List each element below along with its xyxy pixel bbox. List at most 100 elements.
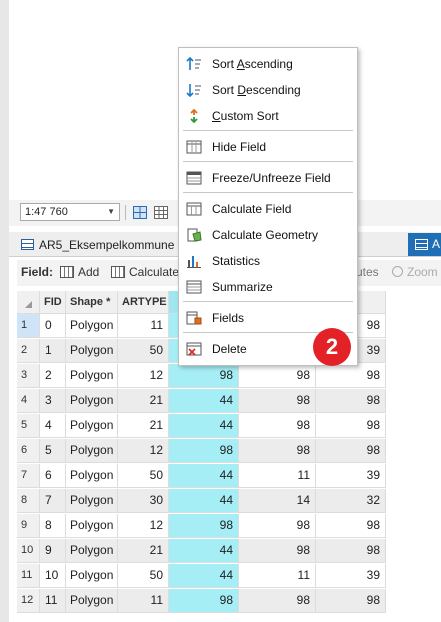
row-number[interactable]: 4 (17, 389, 40, 413)
menu-item-statistics[interactable]: Statistics (179, 249, 357, 273)
cell-artype[interactable]: 21 (118, 539, 169, 563)
column-header-shape[interactable]: Shape * (66, 291, 118, 314)
cell-shape[interactable]: Polygon (66, 564, 118, 588)
cell-fid[interactable]: 4 (40, 414, 66, 438)
column-header-artype[interactable]: ARTYPE (118, 291, 169, 314)
cell-artype[interactable]: 11 (118, 589, 169, 613)
cell-slag[interactable]: 98 (316, 439, 386, 463)
cell-fid[interactable]: 7 (40, 489, 66, 513)
menu-item-sort-ascending[interactable]: Sort Ascending (179, 52, 357, 76)
cell-field[interactable]: 98 (239, 414, 316, 438)
cell-shape[interactable]: Polygon (66, 464, 118, 488)
cell-field[interactable]: 11 (239, 464, 316, 488)
cell-artype[interactable]: 12 (118, 364, 169, 388)
cell-shape[interactable]: Polygon (66, 414, 118, 438)
cell-fid[interactable]: 1 (40, 339, 66, 363)
menu-item-hide-field[interactable]: Hide Field (179, 135, 357, 159)
cell-fid[interactable]: 3 (40, 389, 66, 413)
cell-field[interactable]: 98 (239, 589, 316, 613)
cell-field[interactable]: 14 (239, 489, 316, 513)
tab-active[interactable]: A (408, 233, 441, 256)
calculate-button[interactable]: Calculate (111, 265, 179, 279)
row-number[interactable]: 5 (17, 414, 40, 438)
cell-fid[interactable]: 9 (40, 539, 66, 563)
row-number[interactable]: 6 (17, 439, 40, 463)
cell-fid[interactable]: 2 (40, 364, 66, 388)
grid-snap-icon[interactable] (133, 206, 147, 219)
row-number[interactable]: 1 (17, 314, 40, 338)
cell-field[interactable]: 98 (239, 389, 316, 413)
row-number[interactable]: 12 (17, 589, 40, 613)
row-number[interactable]: 10 (17, 539, 40, 563)
menu-item-sort-descending[interactable]: Sort Descending (179, 78, 357, 102)
cell-artype[interactable]: 12 (118, 514, 169, 538)
cell-fid[interactable]: 10 (40, 564, 66, 588)
row-number[interactable]: 11 (17, 564, 40, 588)
cell-shape[interactable]: Polygon (66, 514, 118, 538)
cell-slag[interactable]: 32 (316, 489, 386, 513)
cell-artype[interactable]: 21 (118, 414, 169, 438)
cell-slag[interactable]: 98 (316, 539, 386, 563)
menu-item-fields[interactable]: Fields (179, 306, 357, 330)
cell-shape[interactable]: Polygon (66, 489, 118, 513)
tab-ar5-eksempelkommune[interactable]: AR5_Eksempelkommune (17, 234, 174, 256)
cell-slag[interactable]: 98 (316, 364, 386, 388)
cell-shape[interactable]: Polygon (66, 439, 118, 463)
row-number[interactable]: 3 (17, 364, 40, 388)
cell-artype[interactable]: 30 (118, 489, 169, 513)
cell-selected-field[interactable]: 98 (169, 514, 239, 538)
cell-artype[interactable]: 12 (118, 439, 169, 463)
cell-field[interactable]: 11 (239, 564, 316, 588)
chevron-down-icon[interactable]: ▼ (107, 204, 115, 220)
cell-shape[interactable]: Polygon (66, 314, 118, 338)
cell-artype[interactable]: 50 (118, 339, 169, 363)
cell-field[interactable]: 98 (239, 539, 316, 563)
cell-field[interactable]: 98 (239, 364, 316, 388)
cell-selected-field[interactable]: 98 (169, 364, 239, 388)
cell-fid[interactable]: 6 (40, 464, 66, 488)
cell-selected-field[interactable]: 44 (169, 539, 239, 563)
cell-selected-field[interactable]: 98 (169, 439, 239, 463)
cell-fid[interactable]: 5 (40, 439, 66, 463)
cell-selected-field[interactable]: 44 (169, 564, 239, 588)
menu-item-summarize[interactable]: Summarize (179, 275, 357, 299)
cell-fid[interactable]: 11 (40, 589, 66, 613)
cell-shape[interactable]: Polygon (66, 539, 118, 563)
cell-shape[interactable]: Polygon (66, 589, 118, 613)
cell-slag[interactable]: 39 (316, 564, 386, 588)
cell-field[interactable]: 98 (239, 514, 316, 538)
cell-slag[interactable]: 98 (316, 389, 386, 413)
cell-slag[interactable]: 98 (316, 514, 386, 538)
select-all-header[interactable] (17, 291, 40, 314)
cell-slag[interactable]: 98 (316, 589, 386, 613)
cell-slag[interactable]: 98 (316, 414, 386, 438)
cell-field[interactable]: 98 (239, 439, 316, 463)
column-header-fid[interactable]: FID (40, 291, 66, 314)
row-number[interactable]: 7 (17, 464, 40, 488)
cell-artype[interactable]: 11 (118, 314, 169, 338)
cell-artype[interactable]: 21 (118, 389, 169, 413)
cell-selected-field[interactable]: 44 (169, 389, 239, 413)
cell-slag[interactable]: 39 (316, 464, 386, 488)
menu-item-calculate-geometry[interactable]: Calculate Geometry (179, 223, 357, 247)
menu-item-custom-sort[interactable]: Custom Sort (179, 104, 357, 128)
cell-artype[interactable]: 50 (118, 564, 169, 588)
cell-shape[interactable]: Polygon (66, 364, 118, 388)
cell-shape[interactable]: Polygon (66, 339, 118, 363)
cell-artype[interactable]: 50 (118, 464, 169, 488)
attributes-button[interactable]: utes (356, 265, 379, 279)
cell-fid[interactable]: 8 (40, 514, 66, 538)
cell-fid[interactable]: 0 (40, 314, 66, 338)
row-number[interactable]: 8 (17, 489, 40, 513)
menu-item-freeze-field[interactable]: Freeze/Unfreeze Field (179, 166, 357, 190)
cell-selected-field[interactable]: 44 (169, 489, 239, 513)
grid-icon[interactable] (154, 206, 168, 219)
cell-selected-field[interactable]: 44 (169, 464, 239, 488)
zoom-button[interactable]: Zoom (392, 265, 438, 279)
menu-item-calculate-field[interactable]: Calculate Field (179, 197, 357, 221)
scale-selector[interactable]: 1:47 760 ▼ (20, 203, 120, 221)
cell-selected-field[interactable]: 44 (169, 414, 239, 438)
cell-selected-field[interactable]: 98 (169, 589, 239, 613)
add-field-button[interactable]: Add (60, 265, 99, 279)
row-number[interactable]: 2 (17, 339, 40, 363)
